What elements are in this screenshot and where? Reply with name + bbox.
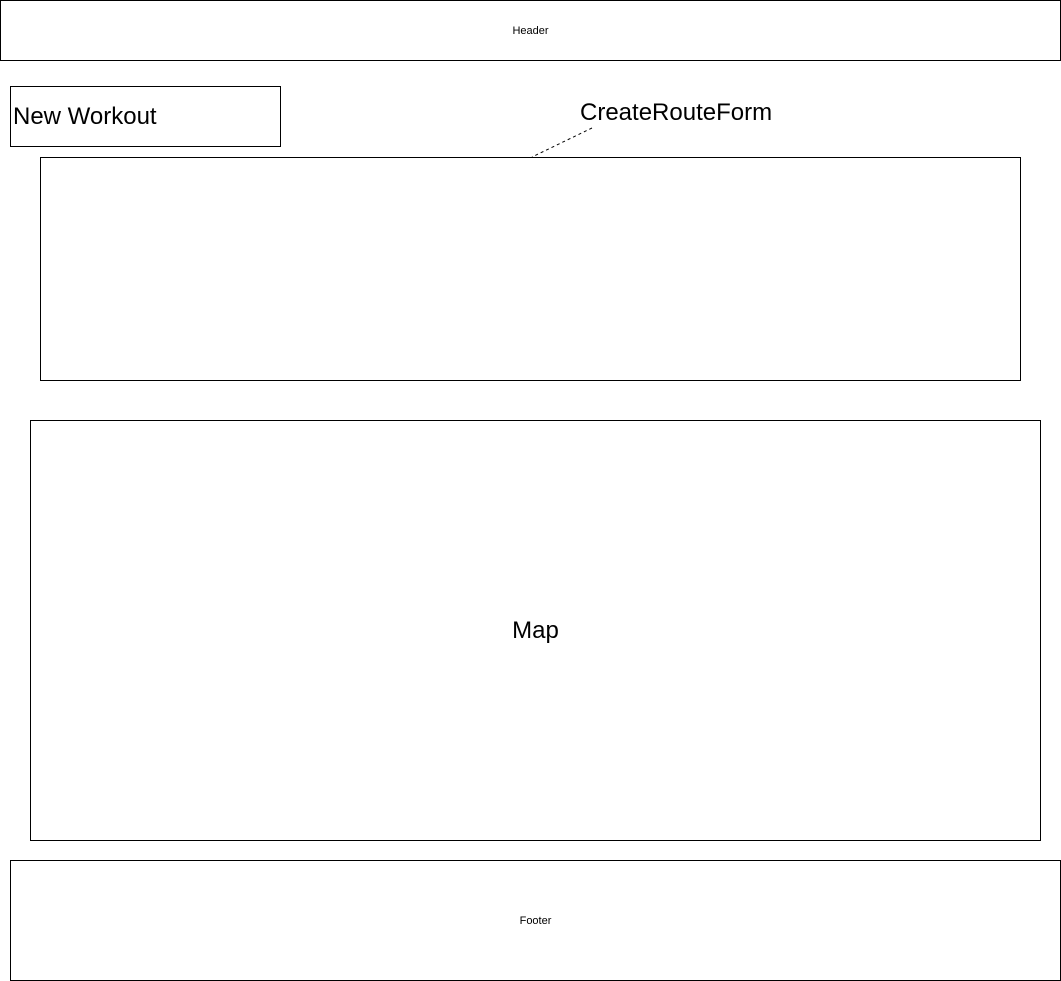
create-route-form-label: CreateRouteForm <box>580 99 773 126</box>
new-workout-label: New Workout <box>13 102 157 130</box>
callout-dashed-line <box>531 127 593 158</box>
new-workout-box: New Workout <box>10 86 281 147</box>
footer-box: Footer <box>10 860 1061 981</box>
header-box: Header <box>0 0 1061 61</box>
create-route-form-box <box>40 157 1021 381</box>
map-label: Map <box>512 616 559 644</box>
map-box: Map <box>30 420 1041 841</box>
header-label: Header <box>512 24 549 37</box>
footer-label: Footer <box>519 914 552 927</box>
